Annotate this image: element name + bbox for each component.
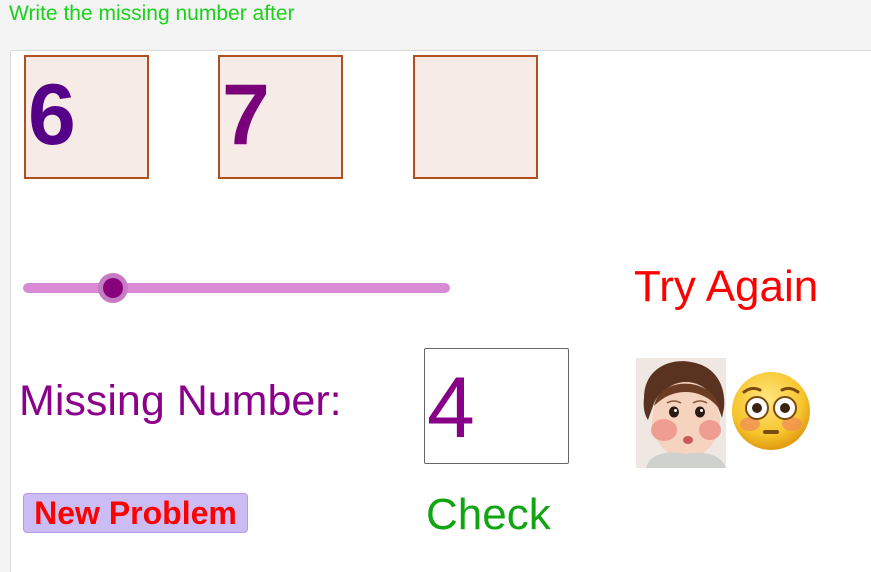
missing-number-input[interactable] xyxy=(425,349,568,463)
answer-field[interactable] xyxy=(424,348,569,464)
flushed-face-emoji xyxy=(730,370,812,452)
sequence-box-second: 7 xyxy=(218,55,343,179)
instruction-text: Write the missing number after xyxy=(9,2,295,25)
slider-track[interactable] xyxy=(23,283,450,293)
sequence-box-blank xyxy=(413,55,538,179)
sequence-number-second: 7 xyxy=(222,67,270,163)
new-problem-button[interactable]: New Problem xyxy=(23,493,248,533)
sequence-number-first: 6 xyxy=(28,67,76,163)
slider-thumb[interactable] xyxy=(97,273,128,303)
feedback-text: Try Again xyxy=(634,262,819,311)
surprised-baby-photo xyxy=(636,358,726,468)
sequence-box-first: 6 xyxy=(24,55,149,179)
reaction-image xyxy=(635,357,816,468)
missing-number-label: Missing Number: xyxy=(19,377,342,425)
check-button[interactable]: Check xyxy=(426,490,551,540)
